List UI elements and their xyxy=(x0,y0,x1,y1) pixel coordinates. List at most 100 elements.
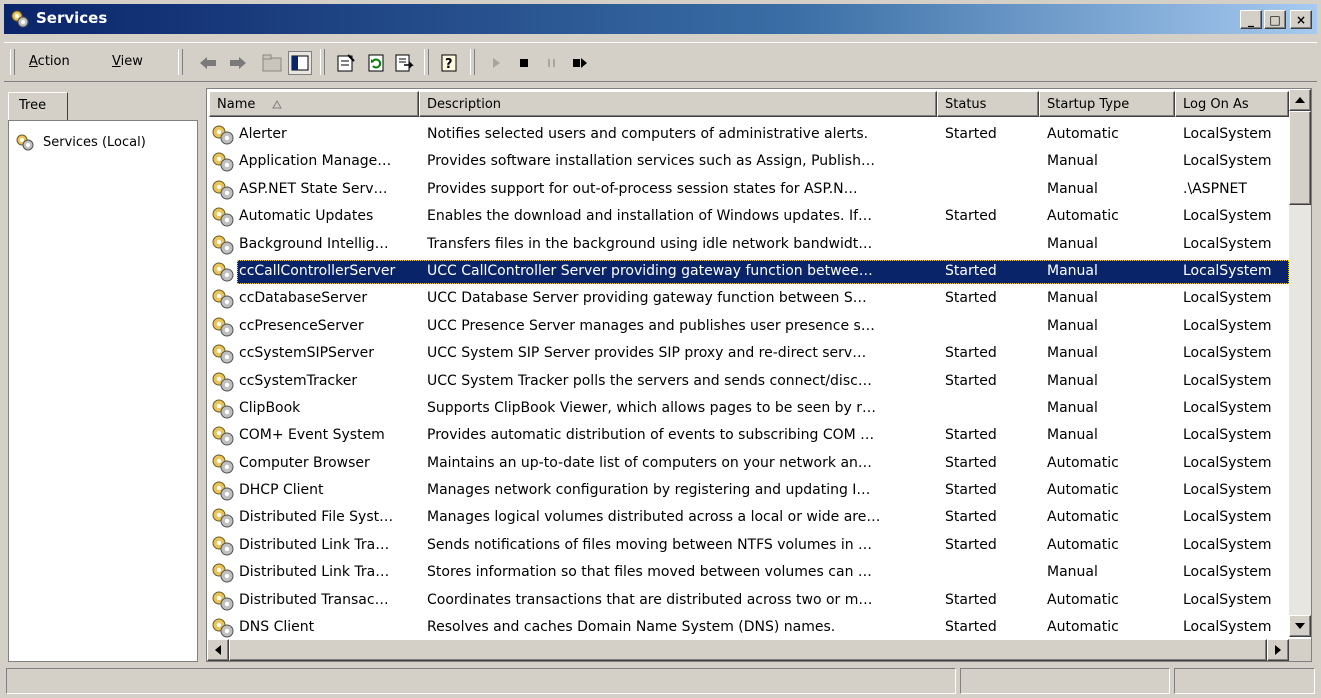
service-status: Started xyxy=(945,619,997,636)
service-name: Application Manage… xyxy=(239,153,392,170)
service-gears-icon xyxy=(212,481,234,501)
service-name: COM+ Event System xyxy=(239,427,385,444)
start-service-icon[interactable] xyxy=(484,51,508,75)
service-gears-icon xyxy=(212,426,234,446)
table-row[interactable]: Alerter Notifies selected users and comp… xyxy=(209,123,1289,150)
service-description: Stores information so that files moved b… xyxy=(427,564,872,581)
maximize-button[interactable]: □ xyxy=(1264,10,1286,29)
export-list-icon[interactable] xyxy=(392,51,416,75)
stop-service-icon[interactable] xyxy=(512,51,536,75)
service-name: ccCallControllerServer xyxy=(239,262,396,279)
service-name: ccDatabaseServer xyxy=(239,290,368,307)
service-startup-type: Manual xyxy=(1047,399,1098,416)
vertical-scrollbar[interactable] xyxy=(1289,89,1311,637)
service-description: Maintains an up-to-date list of computer… xyxy=(427,454,872,471)
service-startup-type: Manual xyxy=(1047,564,1098,581)
table-row[interactable]: ccSystemSIPServer UCC System SIP Server … xyxy=(209,342,1289,369)
show-hide-tree-icon[interactable] xyxy=(288,51,312,75)
toolbar-grip[interactable] xyxy=(10,49,15,75)
restart-service-icon[interactable] xyxy=(568,51,592,75)
table-row[interactable]: ccCallControllerServer UCC CallControlle… xyxy=(209,259,1289,287)
scroll-down-button[interactable] xyxy=(1289,615,1311,637)
table-row[interactable]: COM+ Event System Provides automatic dis… xyxy=(209,424,1289,451)
service-name: Distributed Link Tra… xyxy=(239,536,390,553)
vertical-scroll-thumb[interactable] xyxy=(1289,111,1311,205)
scroll-left-button[interactable] xyxy=(207,639,229,661)
forward-arrow-icon[interactable] xyxy=(226,51,250,75)
arrow-up-icon xyxy=(1295,97,1305,103)
service-name: Background Intellig… xyxy=(239,235,389,252)
scroll-right-button[interactable] xyxy=(1267,639,1289,661)
service-gears-icon xyxy=(212,399,234,419)
service-status: Started xyxy=(945,454,997,471)
table-row[interactable]: ccPresenceServer UCC Presence Server man… xyxy=(209,315,1289,342)
column-header-startup-type[interactable]: Startup Type xyxy=(1039,91,1175,117)
up-folder-icon[interactable] xyxy=(260,51,284,75)
minimize-button[interactable]: _ xyxy=(1240,10,1262,29)
tab-tree[interactable]: Tree xyxy=(8,92,68,120)
title-bar[interactable]: Services _ □ × xyxy=(4,4,1317,34)
service-startup-type: Automatic xyxy=(1047,591,1119,608)
svg-text:?: ? xyxy=(445,57,453,72)
toolbar-sep-2 xyxy=(424,49,429,75)
table-row[interactable]: ClipBook Supports ClipBook Viewer, which… xyxy=(209,397,1289,424)
table-row[interactable]: DHCP Client Manages network configuratio… xyxy=(209,479,1289,506)
tree-node-services-local[interactable]: Services (Local) xyxy=(15,133,146,151)
properties-icon[interactable] xyxy=(334,51,358,75)
table-row[interactable]: Background Intellig… Transfers files in … xyxy=(209,233,1289,260)
horizontal-scrollbar[interactable] xyxy=(207,639,1289,661)
column-header-name[interactable]: Name xyxy=(209,91,419,117)
service-log-on-as: LocalSystem xyxy=(1183,153,1272,170)
column-name-label: Name xyxy=(217,97,256,112)
service-log-on-as: LocalSystem xyxy=(1183,536,1272,553)
service-name: Distributed Transac… xyxy=(239,591,389,608)
table-row[interactable]: ccSystemTracker UCC System Tracker polls… xyxy=(209,370,1289,397)
service-gears-icon xyxy=(212,372,234,392)
service-gears-icon xyxy=(212,207,234,227)
horizontal-scroll-thumb[interactable] xyxy=(229,639,1267,661)
service-log-on-as: LocalSystem xyxy=(1183,509,1272,526)
table-row[interactable]: ASP.NET State Serv… Provides support for… xyxy=(209,178,1289,205)
table-row[interactable]: Distributed Link Tra… Sends notification… xyxy=(209,534,1289,561)
action-menu[interactable]: Action xyxy=(29,54,70,69)
action-menu-label: Action xyxy=(29,54,70,69)
service-log-on-as: LocalSystem xyxy=(1183,564,1272,581)
tree-node-label: Services (Local) xyxy=(43,134,146,150)
service-startup-type: Automatic xyxy=(1047,454,1119,471)
view-menu[interactable]: View xyxy=(112,54,143,69)
table-row[interactable]: ccDatabaseServer UCC Database Server pro… xyxy=(209,287,1289,314)
service-log-on-as: .\ASPNET xyxy=(1183,180,1247,197)
back-arrow-icon[interactable] xyxy=(196,51,220,75)
service-description: Provides automatic distribution of event… xyxy=(427,427,875,444)
table-row[interactable]: Distributed Link Tra… Stores information… xyxy=(209,561,1289,588)
service-log-on-as: LocalSystem xyxy=(1183,235,1272,252)
column-header-log-on-as[interactable]: Log On As xyxy=(1175,91,1289,117)
table-row[interactable]: Automatic Updates Enables the download a… xyxy=(209,205,1289,232)
column-header-status[interactable]: Status xyxy=(937,91,1039,117)
service-description: UCC Presence Server manages and publishe… xyxy=(427,317,875,334)
help-icon[interactable]: ? xyxy=(438,51,462,75)
column-header-description[interactable]: Description xyxy=(419,91,937,117)
service-description: UCC System Tracker polls the servers and… xyxy=(427,372,872,389)
refresh-icon[interactable] xyxy=(364,51,388,75)
service-status: Started xyxy=(945,509,997,526)
toolbar-grip-2[interactable] xyxy=(178,49,183,75)
service-startup-type: Automatic xyxy=(1047,536,1119,553)
toolbar: Action View ? xyxy=(4,42,1317,82)
close-button[interactable]: × xyxy=(1290,10,1312,29)
service-gears-icon xyxy=(212,125,234,145)
service-status: Started xyxy=(945,345,997,362)
pause-service-icon[interactable] xyxy=(540,51,564,75)
service-startup-type: Manual xyxy=(1047,290,1098,307)
table-row[interactable]: Distributed Transac… Coordinates transac… xyxy=(209,589,1289,616)
service-gears-icon xyxy=(212,536,234,556)
service-log-on-as: LocalSystem xyxy=(1183,208,1272,225)
table-row[interactable]: Computer Browser Maintains an up-to-date… xyxy=(209,452,1289,479)
service-status: Started xyxy=(945,262,997,279)
table-row[interactable]: Application Manage… Provides software in… xyxy=(209,150,1289,177)
table-row[interactable]: Distributed File Syst… Manages logical v… xyxy=(209,506,1289,533)
service-gears-icon xyxy=(212,235,234,255)
service-name: ccPresenceServer xyxy=(239,317,364,334)
scroll-up-button[interactable] xyxy=(1289,89,1311,111)
service-name: Distributed Link Tra… xyxy=(239,564,390,581)
